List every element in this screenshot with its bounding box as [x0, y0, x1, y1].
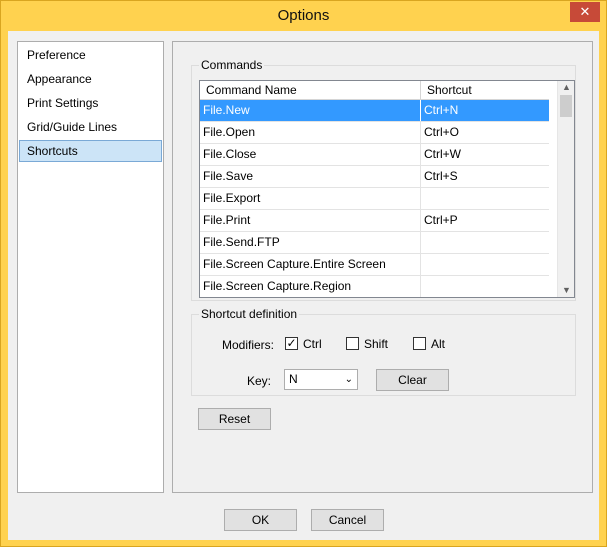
key-select-value: N [289, 372, 298, 386]
commands-grid-header: Command Name Shortcut [200, 81, 549, 100]
nav-item-preference[interactable]: Preference [19, 44, 162, 66]
command-name-cell: File.Open [203, 125, 256, 139]
clear-button[interactable]: Clear [376, 369, 449, 391]
command-name-cell: File.Save [203, 169, 254, 183]
shortcut-cell: Ctrl+W [420, 144, 461, 165]
check-icon: ✓ [286, 336, 297, 350]
vertical-scrollbar[interactable]: ▲ ▼ [557, 81, 574, 297]
command-name-cell: File.Screen Capture.Region [203, 279, 352, 293]
ok-button[interactable]: OK [224, 509, 297, 531]
key-label: Key: [247, 374, 272, 388]
key-select[interactable]: N ⌄ [284, 369, 358, 390]
shortcut-definition-title: Shortcut definition [199, 307, 300, 321]
ctrl-label[interactable]: Ctrl [303, 337, 322, 351]
table-row[interactable]: File.Screen Capture.Region [200, 276, 549, 297]
command-name-cell: File.Send.FTP [203, 235, 280, 249]
command-name-cell: File.Print [203, 213, 251, 227]
table-row[interactable]: File.Export [200, 188, 549, 210]
shortcut-definition-group: Shortcut definition Modifiers: ✓ Ctrl Sh… [191, 307, 576, 396]
reset-button[interactable]: Reset [198, 408, 271, 430]
commands-group: Commands Command Name Shortcut File.New … [191, 58, 576, 301]
close-button[interactable]: ✕ [570, 2, 600, 22]
chevron-up-icon[interactable]: ▲ [558, 82, 574, 92]
table-row[interactable]: File.Close Ctrl+W [200, 144, 549, 166]
options-nav-list: Preference Appearance Print Settings Gri… [17, 41, 164, 493]
command-name-cell: File.Screen Capture.Entire Screen [203, 257, 386, 271]
command-name-cell: File.Export [203, 191, 261, 205]
shortcut-cell [420, 254, 424, 275]
shortcuts-panel: Commands Command Name Shortcut File.New … [172, 41, 593, 493]
shift-checkbox[interactable] [346, 337, 359, 350]
column-header-shortcut[interactable]: Shortcut [421, 81, 549, 100]
shortcut-cell: Ctrl+N [420, 100, 458, 121]
alt-checkbox[interactable] [413, 337, 426, 350]
chevron-down-icon[interactable]: ▼ [558, 285, 574, 295]
shortcut-cell [420, 188, 424, 209]
ctrl-checkbox[interactable]: ✓ [285, 337, 298, 350]
commands-grid: Command Name Shortcut File.New Ctrl+N Fi… [199, 80, 575, 298]
shift-label[interactable]: Shift [364, 337, 388, 351]
dialog-body: Preference Appearance Print Settings Gri… [8, 31, 599, 540]
chevron-down-icon: ⌄ [344, 374, 353, 385]
shortcut-cell [420, 276, 424, 297]
scrollbar-thumb[interactable] [560, 95, 572, 117]
title-bar: Options ✕ [1, 1, 606, 31]
nav-item-grid-guide-lines[interactable]: Grid/Guide Lines [19, 116, 162, 138]
table-row[interactable]: File.Print Ctrl+P [200, 210, 549, 232]
shortcut-cell: Ctrl+S [420, 166, 458, 187]
close-icon: ✕ [579, 4, 591, 19]
commands-group-title: Commands [199, 58, 265, 72]
table-row[interactable]: File.New Ctrl+N [200, 100, 549, 122]
shortcut-cell: Ctrl+O [420, 122, 459, 143]
alt-label[interactable]: Alt [431, 337, 445, 351]
table-row[interactable]: File.Screen Capture.Entire Screen [200, 254, 549, 276]
table-row[interactable]: File.Send.FTP [200, 232, 549, 254]
window-title: Options [277, 7, 330, 24]
command-name-cell: File.New [203, 103, 250, 117]
cancel-button[interactable]: Cancel [311, 509, 384, 531]
nav-item-print-settings[interactable]: Print Settings [19, 92, 162, 114]
nav-item-appearance[interactable]: Appearance [19, 68, 162, 90]
shortcut-cell: Ctrl+P [420, 210, 458, 231]
nav-item-shortcuts[interactable]: Shortcuts [19, 140, 162, 162]
table-row[interactable]: File.Save Ctrl+S [200, 166, 549, 188]
command-name-cell: File.Close [203, 147, 257, 161]
table-row[interactable]: File.Open Ctrl+O [200, 122, 549, 144]
shortcut-cell [420, 232, 424, 253]
column-header-command-name[interactable]: Command Name [200, 81, 420, 100]
options-window: Options ✕ Preference Appearance Print Se… [0, 0, 607, 547]
modifiers-label: Modifiers: [222, 338, 275, 352]
